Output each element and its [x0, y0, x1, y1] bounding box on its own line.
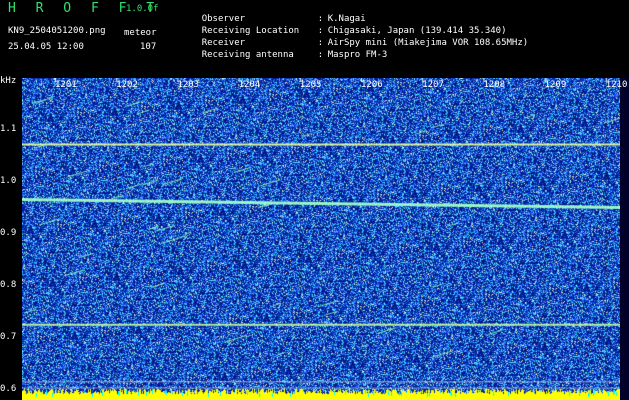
x-tick-label: 1210 — [605, 80, 628, 90]
y-tick-label: 0.7 — [0, 331, 17, 342]
y-axis-unit-label: kHz — [0, 76, 17, 86]
x-tick-label: 1207 — [422, 80, 444, 90]
x-tick-label: 1201 — [55, 80, 77, 90]
right-margin — [620, 78, 629, 400]
y-tick-label: 1.1 — [0, 123, 17, 134]
mode-label: meteor — [124, 28, 157, 38]
spectrogram-canvas[interactable] — [22, 78, 620, 400]
y-tick-label: 0.9 — [0, 227, 17, 238]
version-label: 1.0.0f — [126, 4, 159, 14]
x-tick-label: 1202 — [116, 80, 138, 90]
header-panel: H R O F F T 1.0.0f KN9_2504051200.png 25… — [0, 0, 629, 78]
y-tick-label: 0.6 — [0, 383, 17, 394]
meta-key: Receiving antenna — [201, 50, 294, 60]
filename-label: KN9_2504051200.png — [8, 26, 106, 36]
x-tick-label: 1208 — [483, 80, 506, 90]
meta-row-antenna: Receiving antenna: Maspro FM-3 — [201, 50, 388, 60]
y-tick-label: 1.0 — [0, 175, 17, 186]
x-tick-label: 1206 — [361, 80, 383, 90]
x-tick-label: 1204 — [238, 80, 261, 90]
x-tick-label: 1209 — [544, 80, 567, 90]
meta-value: Maspro FM-3 — [327, 50, 388, 60]
y-tick-label: 0.8 — [0, 279, 17, 290]
x-tick-label: 1205 — [299, 80, 322, 90]
count-label: 107 — [140, 42, 157, 52]
x-tick-label: 1203 — [177, 80, 200, 90]
datetime-label: 25.04.05 12:00 — [8, 42, 84, 52]
